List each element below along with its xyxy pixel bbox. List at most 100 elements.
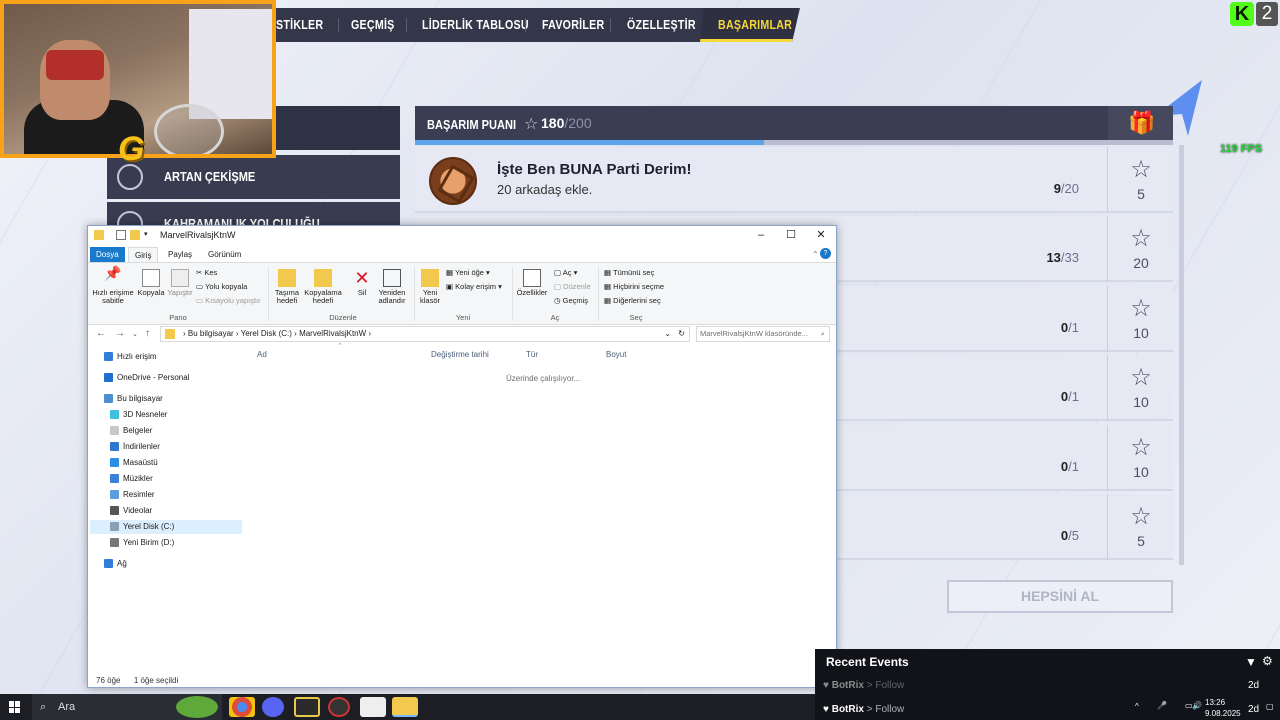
copy-to-button[interactable]: Kopyalama hedefi <box>302 269 344 305</box>
invert-selection-button[interactable]: ▦ Diğerlerini seç <box>604 296 661 306</box>
new-folder-button[interactable]: Yeni klasör <box>418 269 442 305</box>
microphone-icon[interactable]: 🎤 <box>1157 701 1167 710</box>
up-arrow-icon[interactable]: ↑ <box>145 328 150 339</box>
gift-button[interactable]: 🎁 <box>1108 106 1173 143</box>
event-age: 2d <box>1248 680 1260 691</box>
easy-access-button[interactable]: ▣ Kolay erişim ▾ <box>446 282 502 292</box>
tree-item[interactable]: Ağ <box>104 557 127 571</box>
breadcrumb-folder[interactable]: MarvelRivalsjKtnW <box>299 329 366 338</box>
tab-share[interactable]: Paylaş <box>162 247 198 262</box>
tree-item[interactable]: İndirilenler <box>110 440 160 454</box>
tree-item[interactable]: Masaüstü <box>110 456 158 470</box>
move-to-button[interactable]: Taşıma hedefi <box>272 269 302 305</box>
reward-value: 10 <box>1133 325 1149 341</box>
address-dropdown-icon[interactable]: ⌄ <box>664 327 671 341</box>
column-type[interactable]: Tür <box>526 350 538 359</box>
copy-path-button[interactable]: ▭ Yolu kopyala <box>196 282 247 292</box>
tab-home[interactable]: Giriş <box>128 247 159 262</box>
properties-button[interactable]: Özellikler <box>514 269 550 297</box>
achievement-scrollbar[interactable] <box>1179 145 1184 565</box>
tree-item[interactable]: Yeni Birim (D:) <box>110 536 174 550</box>
obs-icon[interactable] <box>328 697 350 717</box>
star-icon: ☆ <box>1130 225 1152 252</box>
minimize-button[interactable]: – <box>746 226 776 244</box>
tab-view[interactable]: Görünüm <box>202 247 247 262</box>
tree-item[interactable]: Belgeler <box>110 424 152 438</box>
tree-item[interactable]: Yerel Disk (C:) <box>110 520 174 534</box>
nav-tab-leaderboard[interactable]: LİDERLİK TABLOSU <box>422 8 529 42</box>
pin-quick-access-button[interactable]: 📌 Hızlı erişime sabitle <box>91 266 135 305</box>
refresh-icon[interactable]: ↻ <box>678 327 685 341</box>
gear-icon[interactable]: ⚙ <box>1262 654 1273 668</box>
new-item-button[interactable]: ▦ Yeni öğe ▾ <box>446 268 490 278</box>
capcut-icon[interactable] <box>360 697 386 717</box>
rename-button[interactable]: Yeniden adlandır <box>374 269 410 305</box>
select-none-button[interactable]: ▦ Hiçbirini seçme <box>604 282 664 292</box>
column-date[interactable]: Değiştirme tarihi <box>431 350 489 359</box>
search-input[interactable]: MarvelRivalsjKtnW klasöründe... ⌕ <box>696 326 830 342</box>
delete-button[interactable]: ✕ Sil <box>350 269 374 297</box>
notification-icon[interactable]: ▢ <box>1266 702 1274 711</box>
tab-file[interactable]: Dosya <box>90 247 125 262</box>
open-button[interactable]: ▢ Aç ▾ <box>554 268 577 278</box>
chevron-up-icon[interactable]: ^ <box>1135 702 1139 711</box>
ribbon-separator <box>598 267 599 321</box>
chrome-icon[interactable] <box>229 697 255 717</box>
address-bar[interactable]: › Bu bilgisayar › Yerel Disk (C:) › Marv… <box>160 326 690 342</box>
nav-tab-favorites[interactable]: FAVORİLER <box>542 8 604 42</box>
discord-icon[interactable] <box>262 697 284 717</box>
achievement-row[interactable]: İşte Ben BUNA Parti Derim! 20 arkadaş ek… <box>415 147 1173 213</box>
start-button[interactable] <box>9 701 21 713</box>
clock-time[interactable]: 13:26 <box>1205 698 1225 707</box>
new-folder-quick-icon[interactable] <box>130 230 140 240</box>
history-button[interactable]: ◷ Geçmiş <box>554 296 588 306</box>
cut-button[interactable]: ✂ Kes <box>196 268 217 278</box>
tree-item[interactable]: Videolar <box>110 504 152 518</box>
sort-ascending-icon: ⌃ <box>337 343 343 350</box>
edit-button[interactable]: ▢ Düzenle <box>554 282 591 292</box>
tree-item[interactable]: Müzikler <box>110 472 153 486</box>
tree-item-label: OneDrive - Personal <box>117 373 190 382</box>
file-explorer-taskbar-icon[interactable] <box>392 697 418 717</box>
back-arrow-icon[interactable]: ← <box>96 328 106 339</box>
properties-quick-icon[interactable] <box>116 230 126 240</box>
reward-value: 5 <box>1137 186 1145 202</box>
maximize-button[interactable]: ☐ <box>776 226 806 244</box>
filter-icon[interactable]: ▼ <box>1245 655 1257 669</box>
nav-tab-achievements[interactable]: BAŞARIMLAR <box>700 8 798 42</box>
recent-locations-icon[interactable]: ⌄ <box>132 330 138 338</box>
tree-item[interactable]: Hızlı erişim <box>104 350 157 364</box>
forward-arrow-icon[interactable]: → <box>115 328 125 339</box>
speaker-icon[interactable]: 🔊 <box>1192 701 1202 710</box>
explorer-titlebar[interactable]: ▾ MarvelRivalsjKtnW – ☐ ✕ <box>88 226 836 244</box>
star-icon: ☆ <box>1130 503 1152 530</box>
achievement-progress-fill <box>415 140 764 145</box>
copy-button[interactable]: Kopyala <box>136 269 166 297</box>
paste-button[interactable]: Yapıştır <box>166 269 194 297</box>
close-button[interactable]: ✕ <box>806 226 836 244</box>
tree-item[interactable]: 3D Nesneler <box>110 408 167 422</box>
tree-item-icon <box>110 490 119 500</box>
breadcrumb-this-pc[interactable]: Bu bilgisayar <box>188 329 234 338</box>
copy-icon <box>142 269 160 287</box>
nav-tab-statistics[interactable]: STİKLER <box>276 8 323 42</box>
column-name[interactable]: Ad <box>257 350 267 359</box>
nav-tab-customize[interactable]: ÖZELLEŞTİR <box>627 8 696 42</box>
nav-tab-history[interactable]: GEÇMİŞ <box>351 8 395 42</box>
game-launcher-icon[interactable] <box>294 697 320 717</box>
help-icon[interactable]: ? <box>820 248 831 259</box>
column-headers: Ad ⌃ Değiştirme tarihi Tür Boyut <box>253 343 833 362</box>
recent-events-title: Recent Events <box>826 655 909 669</box>
achievement-score-value: 180/200 <box>541 115 592 131</box>
quick-access-dropdown-icon[interactable]: ▾ <box>144 230 154 240</box>
tree-item[interactable]: OneDrive - Personal <box>104 371 189 385</box>
select-all-button[interactable]: ▦ Tümünü seç <box>604 268 654 278</box>
group-select: Seç <box>629 313 643 322</box>
claim-all-button[interactable]: HEPSİNİ AL <box>947 580 1173 613</box>
tree-item[interactable]: Resimler <box>110 488 155 502</box>
paste-shortcut-button[interactable]: ▭ Kısayolu yapıştır <box>196 296 261 306</box>
clock-date[interactable]: 9.08.2025 <box>1205 709 1241 718</box>
breadcrumb-local-disk[interactable]: Yerel Disk (C:) <box>241 329 292 338</box>
column-size[interactable]: Boyut <box>606 350 626 359</box>
tree-item[interactable]: Bu bilgisayar <box>104 392 163 406</box>
